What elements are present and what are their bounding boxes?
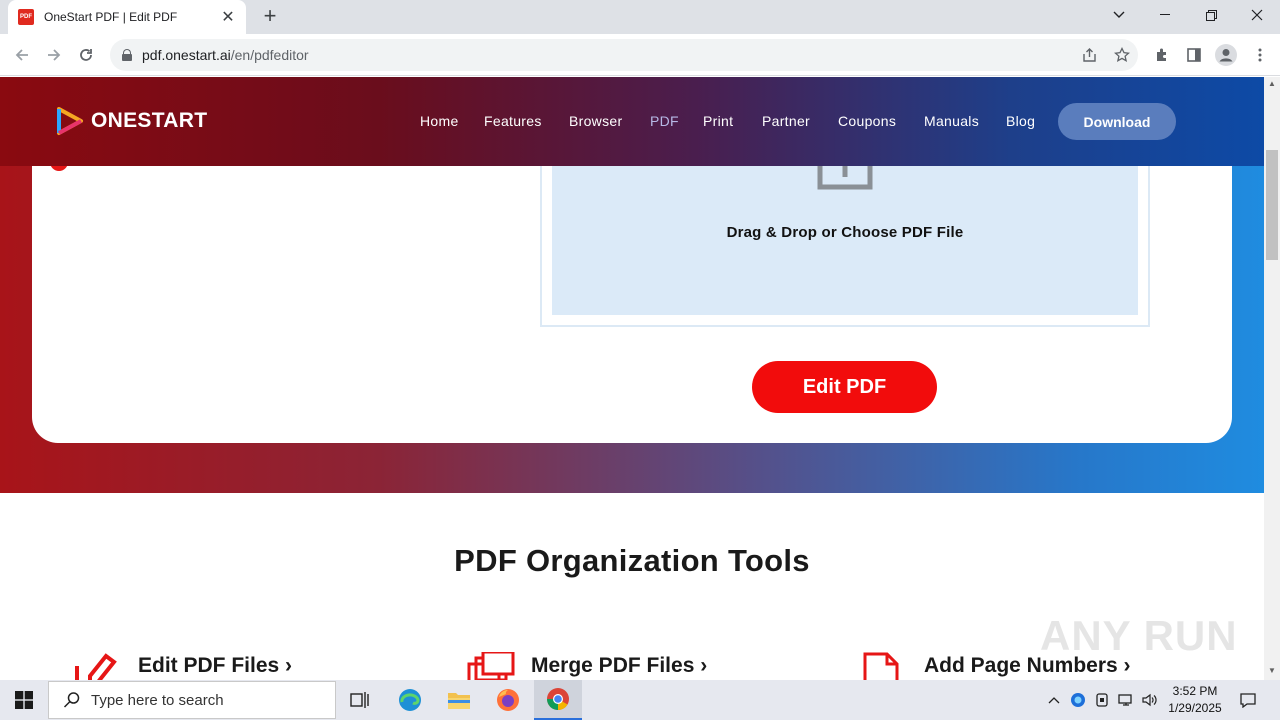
tab-title: OneStart PDF | Edit PDF bbox=[44, 10, 178, 24]
url-path: /en/pdfeditor bbox=[230, 47, 309, 63]
windows-logo-icon bbox=[15, 691, 33, 709]
nav-blog[interactable]: Blog bbox=[1006, 113, 1035, 129]
close-tab-icon[interactable]: ✕ bbox=[220, 7, 236, 27]
url-host: pdf.onestart.ai bbox=[142, 47, 231, 63]
nav-print[interactable]: Print bbox=[703, 113, 733, 129]
nav-partner[interactable]: Partner bbox=[762, 113, 810, 129]
web-page: Drag & Drop or Choose PDF File Edit PDF … bbox=[0, 77, 1264, 680]
firefox-app[interactable] bbox=[484, 680, 532, 720]
side-panel-icon[interactable] bbox=[1182, 43, 1206, 67]
nav-features[interactable]: Features bbox=[484, 113, 542, 129]
chrome-app[interactable] bbox=[534, 680, 582, 720]
close-window-button[interactable] bbox=[1234, 0, 1280, 30]
task-view-button[interactable] bbox=[336, 680, 384, 720]
nav-home[interactable]: Home bbox=[420, 113, 459, 129]
address-bar[interactable]: pdf.onestart.ai/en/pdfeditor bbox=[110, 39, 1138, 71]
browser-toolbar: pdf.onestart.ai/en/pdfeditor bbox=[0, 34, 1280, 76]
scroll-up-arrow-icon[interactable]: ▲ bbox=[1264, 77, 1280, 91]
taskbar-search-box[interactable]: Type here to search bbox=[48, 681, 336, 719]
logo-text: ONESTART bbox=[91, 109, 208, 132]
folder-icon bbox=[448, 693, 470, 709]
start-button[interactable] bbox=[0, 680, 48, 720]
clock-time: 3:52 PM bbox=[1172, 684, 1218, 698]
tool-label[interactable]: Edit PDF Files › bbox=[138, 652, 292, 680]
tray-app-icon[interactable] bbox=[1068, 690, 1088, 710]
tray-device-icon[interactable] bbox=[1092, 690, 1112, 710]
anyrun-watermark: ANY RUN bbox=[1040, 612, 1238, 660]
nav-coupons[interactable]: Coupons bbox=[838, 113, 896, 129]
edit-pdf-icon bbox=[75, 653, 117, 680]
tool-merge-pdf[interactable]: Merge PDF Files › bbox=[467, 652, 707, 680]
network-icon[interactable] bbox=[1116, 690, 1136, 710]
edge-app[interactable] bbox=[386, 680, 434, 720]
page-numbers-icon bbox=[863, 652, 899, 680]
file-explorer-app[interactable] bbox=[435, 680, 483, 720]
taskbar-clock[interactable]: 3:52 PM 1/29/2025 bbox=[1160, 683, 1230, 717]
pdf-favicon-icon: PDF bbox=[18, 9, 34, 25]
chrome-menu-icon[interactable] bbox=[1248, 43, 1272, 67]
scroll-down-arrow-icon[interactable]: ▼ bbox=[1264, 664, 1280, 678]
clock-date: 1/29/2025 bbox=[1168, 701, 1222, 715]
notifications-icon[interactable] bbox=[1238, 690, 1258, 710]
tool-edit-pdf[interactable]: Edit PDF Files › bbox=[74, 652, 292, 680]
scrollbar-thumb[interactable] bbox=[1266, 150, 1278, 260]
dropzone-label[interactable]: Drag & Drop or Choose PDF File bbox=[552, 224, 1138, 241]
reload-button[interactable] bbox=[72, 41, 100, 69]
onestart-logo[interactable]: ONESTART bbox=[53, 105, 207, 137]
new-tab-button[interactable]: + bbox=[258, 4, 282, 30]
merge-pdf-icon bbox=[467, 652, 515, 680]
tool-label[interactable]: Merge PDF Files › bbox=[531, 652, 707, 680]
back-button[interactable] bbox=[8, 41, 36, 69]
watermark-text: ANY RUN bbox=[1040, 612, 1238, 659]
browser-tab-strip: PDF OneStart PDF | Edit PDF ✕ + bbox=[0, 0, 1280, 34]
nav-manuals[interactable]: Manuals bbox=[924, 113, 979, 129]
firefox-icon bbox=[497, 689, 519, 711]
show-hidden-icons-chevron-icon[interactable] bbox=[1044, 690, 1064, 710]
windows-taskbar: Type here to search 3:52 PM 1/29/2025 bbox=[0, 680, 1280, 720]
task-view-icon bbox=[350, 692, 369, 708]
nav-browser[interactable]: Browser bbox=[569, 113, 622, 129]
search-placeholder: Type here to search bbox=[91, 691, 224, 709]
edit-pdf-button[interactable]: Edit PDF bbox=[752, 361, 937, 413]
site-header: ONESTART Home Features Browser PDF Print… bbox=[0, 77, 1264, 166]
restore-button[interactable] bbox=[1188, 0, 1234, 30]
lock-icon[interactable] bbox=[122, 49, 132, 61]
edge-icon bbox=[399, 689, 421, 711]
profile-avatar-icon[interactable] bbox=[1214, 43, 1238, 67]
search-icon bbox=[63, 692, 80, 708]
bookmark-star-icon[interactable] bbox=[1110, 43, 1134, 67]
section-title: PDF Organization Tools bbox=[454, 543, 810, 578]
volume-icon[interactable] bbox=[1140, 690, 1160, 710]
onestart-logo-icon bbox=[57, 107, 83, 135]
chrome-icon bbox=[547, 688, 569, 710]
nav-pdf[interactable]: PDF bbox=[650, 113, 679, 129]
extensions-puzzle-icon[interactable] bbox=[1150, 43, 1174, 67]
minimize-button[interactable] bbox=[1142, 0, 1188, 30]
browser-tab[interactable]: PDF OneStart PDF | Edit PDF ✕ bbox=[8, 0, 246, 34]
share-icon[interactable] bbox=[1078, 43, 1102, 67]
forward-button[interactable] bbox=[40, 41, 68, 69]
tab-search-chevron-icon[interactable] bbox=[1096, 0, 1142, 30]
download-button[interactable]: Download bbox=[1058, 103, 1176, 140]
